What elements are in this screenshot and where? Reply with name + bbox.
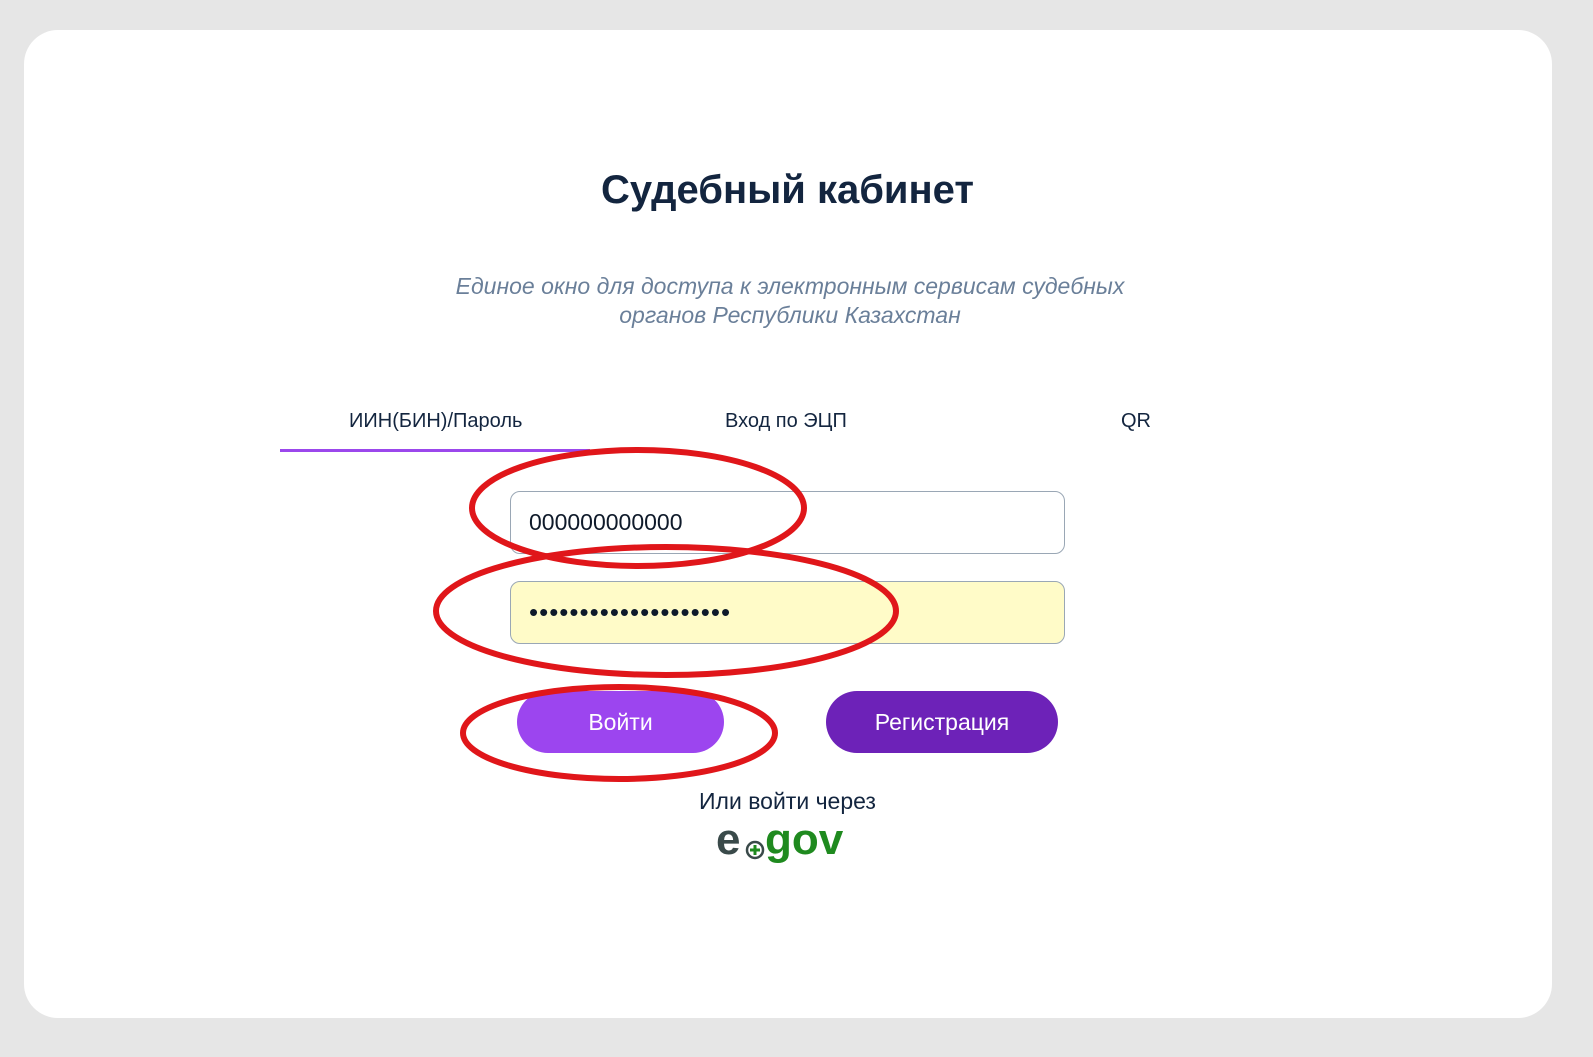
page-subtitle: Единое окно для доступа к электронным се… <box>420 272 1160 330</box>
subtitle-line-1: Единое окно для доступа к электронным се… <box>455 273 1125 299</box>
page-title: Судебный кабинет <box>600 168 974 212</box>
active-tab-underline <box>280 449 590 452</box>
alt-login-text: Или войти через <box>699 788 876 814</box>
login-button[interactable]: Войти <box>517 691 724 753</box>
login-tabs: ИИН(БИН)/Пароль Вход по ЭЦП QR <box>280 400 1310 454</box>
tab-iin-password[interactable]: ИИН(БИН)/Пароль <box>349 410 522 433</box>
iin-input[interactable]: 000000000000 <box>510 491 1065 554</box>
egov-logo-e: e <box>716 815 740 864</box>
egov-logo[interactable]: e gov <box>714 812 864 872</box>
tab-qr[interactable]: QR <box>1121 410 1151 433</box>
subtitle-line-2: органов Республики Казахстан <box>619 302 961 328</box>
password-input[interactable]: •••••••••••••••••••• <box>510 581 1065 644</box>
register-button[interactable]: Регистрация <box>826 691 1058 753</box>
egov-logo-gov: gov <box>765 815 844 864</box>
tab-eds-login[interactable]: Вход по ЭЦП <box>725 410 847 433</box>
